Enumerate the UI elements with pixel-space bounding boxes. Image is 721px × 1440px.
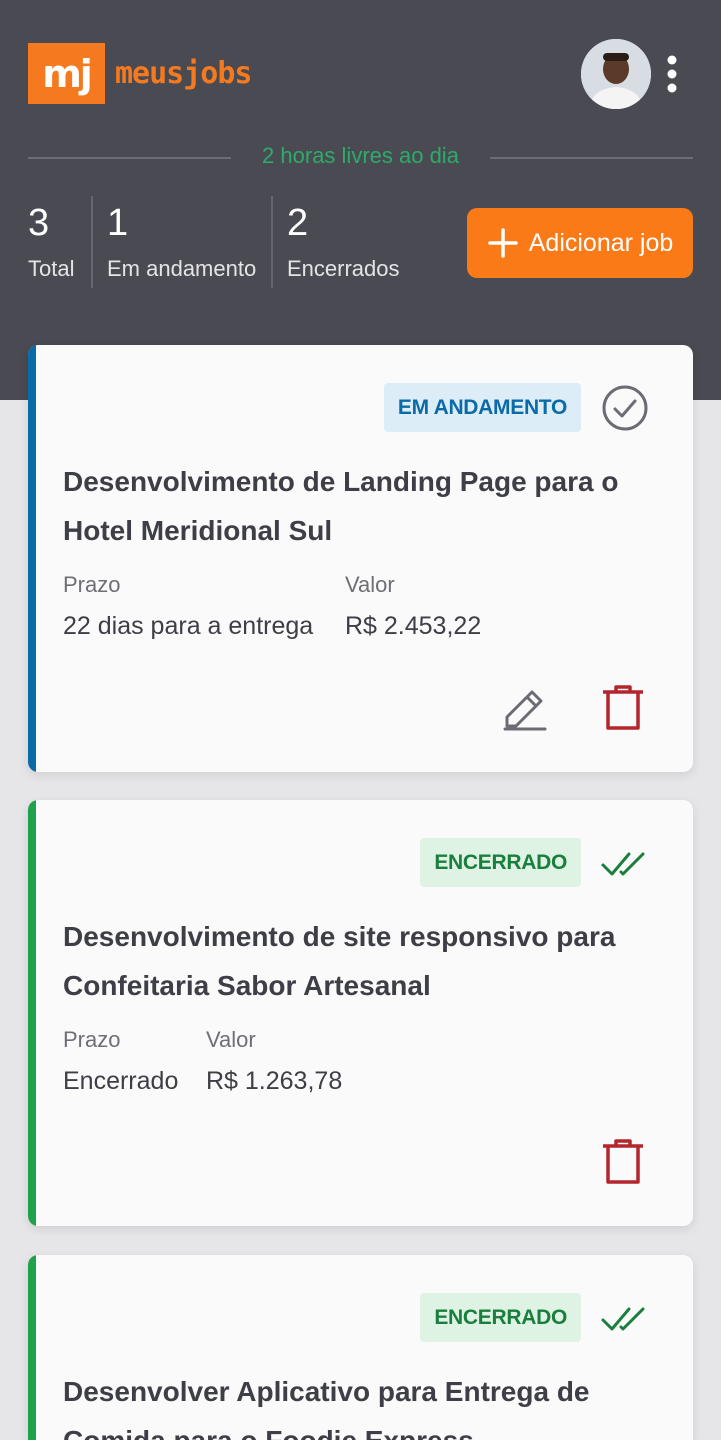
deadline-block: Prazo 22 dias para a entrega [63,572,313,641]
header: mj meusjobs 2 horas livres ao dia 3 Tota… [0,0,721,400]
free-hours-text: 2 horas livres ao dia [262,143,459,168]
divider-left [28,157,231,159]
delete-icon[interactable] [597,1136,649,1188]
add-job-label: Adicionar job [528,228,674,257]
deadline-value: Encerrado [63,1067,179,1095]
status-badge: ENCERRADO [420,838,581,887]
avatar[interactable] [581,39,651,109]
stat-in-progress: 1 Em andamento [107,200,256,282]
stat-separator [271,196,273,288]
add-job-button[interactable]: Adicionar job [467,208,693,278]
logo[interactable]: mj meusjobs [28,43,252,104]
stat-closed-value: 2 [287,202,309,244]
deadline-label: Prazo [63,572,121,597]
kebab-menu-icon[interactable] [662,54,682,94]
user-avatar-icon [581,39,651,109]
stat-closed-label: Encerrados [287,256,400,281]
job-card: EM ANDAMENTO Desenvolvimento de Landing … [28,345,693,772]
stat-in-progress-value: 1 [107,202,129,244]
stat-total-value: 3 [28,202,50,244]
deadline-label: Prazo [63,1027,121,1052]
stat-separator [91,196,93,288]
status-stripe [28,1255,36,1440]
value-block: Valor R$ 2.453,22 [345,572,481,641]
mark-complete-icon[interactable] [599,382,651,434]
double-check-icon [601,852,645,876]
value-label: Valor [345,572,395,597]
double-check-icon [601,1307,645,1331]
status-badge: ENCERRADO [420,1293,581,1342]
stat-closed: 2 Encerrados [287,200,400,282]
value-amount: R$ 2.453,22 [345,612,482,640]
stat-total-label: Total [28,256,75,281]
stat-in-progress-label: Em andamento [107,256,257,281]
value-amount: R$ 1.263,78 [206,1067,343,1095]
logo-mark: mj [28,43,105,104]
deadline-block: Prazo Encerrado [63,1027,178,1096]
divider-right [490,157,693,159]
stat-total: 3 Total [28,200,74,282]
job-card: ENCERRADO Desenvolvimento de site respon… [28,800,693,1226]
edit-icon[interactable] [499,682,551,734]
logo-text: meusjobs [115,56,252,91]
status-stripe [28,345,36,772]
job-title: Desenvolver Aplicativo para Entrega de C… [63,1376,590,1440]
status-badge: EM ANDAMENTO [383,383,581,432]
job-card: ENCERRADO Desenvolver Aplicativo para En… [28,1255,693,1440]
delete-icon[interactable] [597,682,649,734]
plus-icon [487,228,518,258]
value-label: Valor [206,1027,256,1052]
status-stripe [28,800,36,1226]
deadline-value: 22 dias para a entrega [63,612,314,640]
value-block: Valor R$ 1.263,78 [206,1027,342,1096]
job-title: Desenvolvimento de Landing Page para o H… [63,466,619,546]
job-title: Desenvolvimento de site responsivo para … [63,921,616,1001]
